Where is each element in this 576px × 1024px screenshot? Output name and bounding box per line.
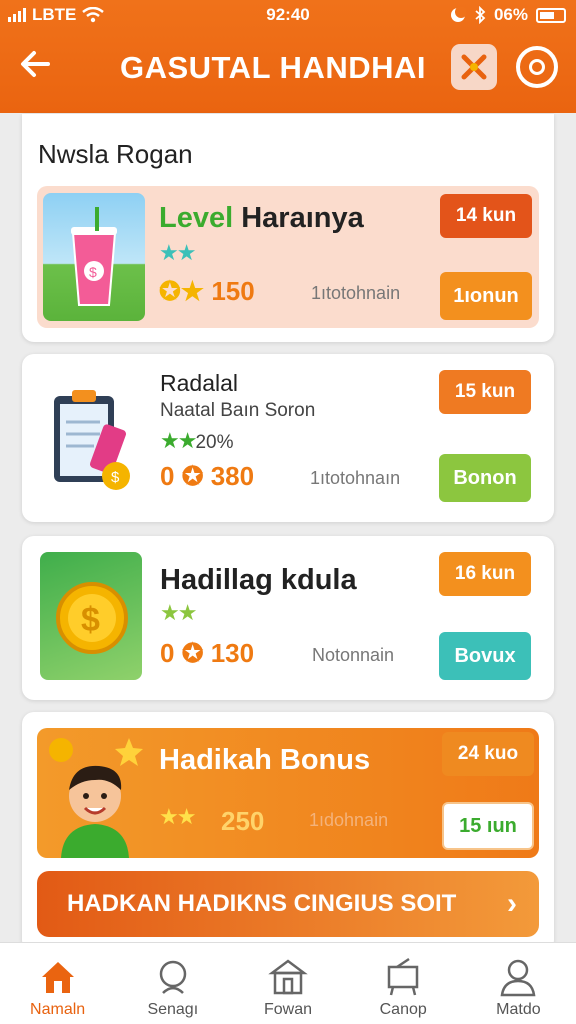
nav-label: Senagı bbox=[147, 1001, 199, 1018]
coin-star-icon: ✪ bbox=[181, 638, 204, 668]
games-button[interactable] bbox=[451, 44, 497, 90]
rating-stars: ★★20% bbox=[160, 428, 234, 453]
battery-icon bbox=[536, 7, 566, 23]
rating-percent: 20% bbox=[195, 432, 234, 453]
arrow-left-icon bbox=[21, 51, 50, 77]
page-title: GASUTAL HANDHAI bbox=[119, 50, 426, 85]
moon-icon bbox=[450, 7, 466, 22]
card-meta: 1ıdohnain bbox=[309, 810, 389, 830]
claim-button[interactable]: 15 ıun bbox=[442, 802, 534, 850]
nav-label: Canop bbox=[379, 1001, 427, 1018]
reward-card-4[interactable]: Hadikah Bonus ★★ 250 1ıdohnain 24 kuo 15… bbox=[37, 728, 539, 858]
coin-star-icon: ✪★ bbox=[159, 276, 205, 306]
card-title-prefix: Level bbox=[159, 202, 234, 234]
coin-star-icon: ✪ bbox=[181, 461, 204, 491]
drink-cup-icon: $ bbox=[71, 207, 117, 306]
store-icon bbox=[268, 959, 308, 995]
section-title: Nwsla Rogan bbox=[38, 139, 193, 169]
main-cta-button[interactable]: HADKAN HADIKNS CINGIUS SOIT › bbox=[37, 871, 539, 937]
settings-button[interactable] bbox=[516, 46, 558, 88]
coin-thumbnail: $ bbox=[40, 552, 142, 680]
chevron-right-icon: › bbox=[507, 887, 517, 920]
nav-item-profile[interactable]: Matdo bbox=[461, 943, 576, 1024]
reward-card-3[interactable]: $ Hadillag kdula ★★ 0 ✪ 130 Notonnain 16… bbox=[22, 536, 554, 700]
card-title: Hadikah Bonus bbox=[159, 744, 371, 776]
bottom-nav: Namaln Senagı Fowan Canop Matdo bbox=[0, 942, 576, 1024]
card-title: Level Haraınya bbox=[159, 202, 364, 235]
bonus-button[interactable]: Bovux bbox=[439, 632, 531, 680]
nav-item-store[interactable]: Fowan bbox=[230, 943, 345, 1024]
boy-avatar-icon bbox=[49, 738, 143, 858]
crossed-swords-icon bbox=[461, 54, 487, 80]
card-meta: Notonnain bbox=[312, 645, 395, 665]
svg-text:$: $ bbox=[89, 264, 97, 280]
points-value: 250 bbox=[221, 806, 265, 836]
nav-item-cart[interactable]: Canop bbox=[346, 943, 461, 1024]
duration-badge: 16 kun bbox=[439, 552, 531, 596]
reward-card-1[interactable]: $ Level Haraınya ★★ ✪★ 150 1ıtotohnain 1… bbox=[37, 186, 539, 328]
status-bar: LBTE 92:40 06% bbox=[0, 0, 576, 30]
nav-item-home[interactable]: Namaln bbox=[0, 943, 115, 1024]
nav-item-search[interactable]: Senagı bbox=[115, 943, 230, 1024]
claim-button[interactable]: 1ıonun bbox=[440, 272, 532, 320]
points-value: ✪★ 150 bbox=[159, 276, 255, 306]
svg-text:$: $ bbox=[81, 601, 100, 639]
cart-icon bbox=[387, 957, 419, 996]
avatar-thumbnail bbox=[43, 728, 145, 858]
back-button[interactable] bbox=[18, 46, 62, 90]
bluetooth-icon bbox=[475, 6, 486, 24]
drink-thumbnail: $ bbox=[43, 193, 145, 321]
cta-label: HADKAN HADIKNS CINGIUS SOIT bbox=[67, 890, 457, 917]
top-bar: LBTE 92:40 06% GASUTAL HANDHAI bbox=[0, 0, 576, 113]
card-meta: 1ıtotohnain bbox=[311, 283, 401, 303]
checklist-thumbnail: $ bbox=[44, 374, 146, 502]
card-subtitle: Naatal Baın Soron bbox=[160, 400, 316, 421]
duration-badge: 15 kun bbox=[439, 370, 531, 414]
home-icon bbox=[41, 962, 74, 993]
target-icon bbox=[529, 59, 545, 75]
nav-label: Matdo bbox=[496, 1001, 541, 1018]
nav-label: Fowan bbox=[263, 1001, 313, 1018]
duration-badge: 24 kuo bbox=[442, 732, 534, 776]
rating-stars: ★★ bbox=[160, 600, 197, 625]
card-title: Hadillag kdula bbox=[160, 564, 357, 596]
search-icon bbox=[159, 960, 187, 994]
reward-card-2[interactable]: $ Radalal Naatal Baın Soron ★★20% 0 ✪ 38… bbox=[22, 354, 554, 522]
svg-text:$: $ bbox=[111, 469, 120, 486]
duration-badge: 14 kun bbox=[440, 194, 532, 238]
profile-icon bbox=[500, 959, 536, 997]
points-value: 0 ✪ 380 bbox=[160, 461, 255, 491]
card-meta: 1ıtotohnaın bbox=[310, 468, 401, 488]
bonus-button[interactable]: Bonon bbox=[439, 454, 531, 502]
rating-stars: ★★ bbox=[159, 240, 196, 265]
nav-label: Namaln bbox=[30, 1001, 86, 1018]
rating-stars: ★★ bbox=[159, 804, 196, 829]
battery-label: 06% bbox=[493, 5, 528, 24]
card-title-rest: Haraınya bbox=[233, 202, 364, 234]
points-value: 0 ✪ 130 bbox=[160, 638, 255, 668]
clipboard-icon: $ bbox=[54, 390, 130, 490]
card-title: Radalal bbox=[160, 370, 238, 396]
gold-coin-icon: $ bbox=[56, 582, 128, 654]
